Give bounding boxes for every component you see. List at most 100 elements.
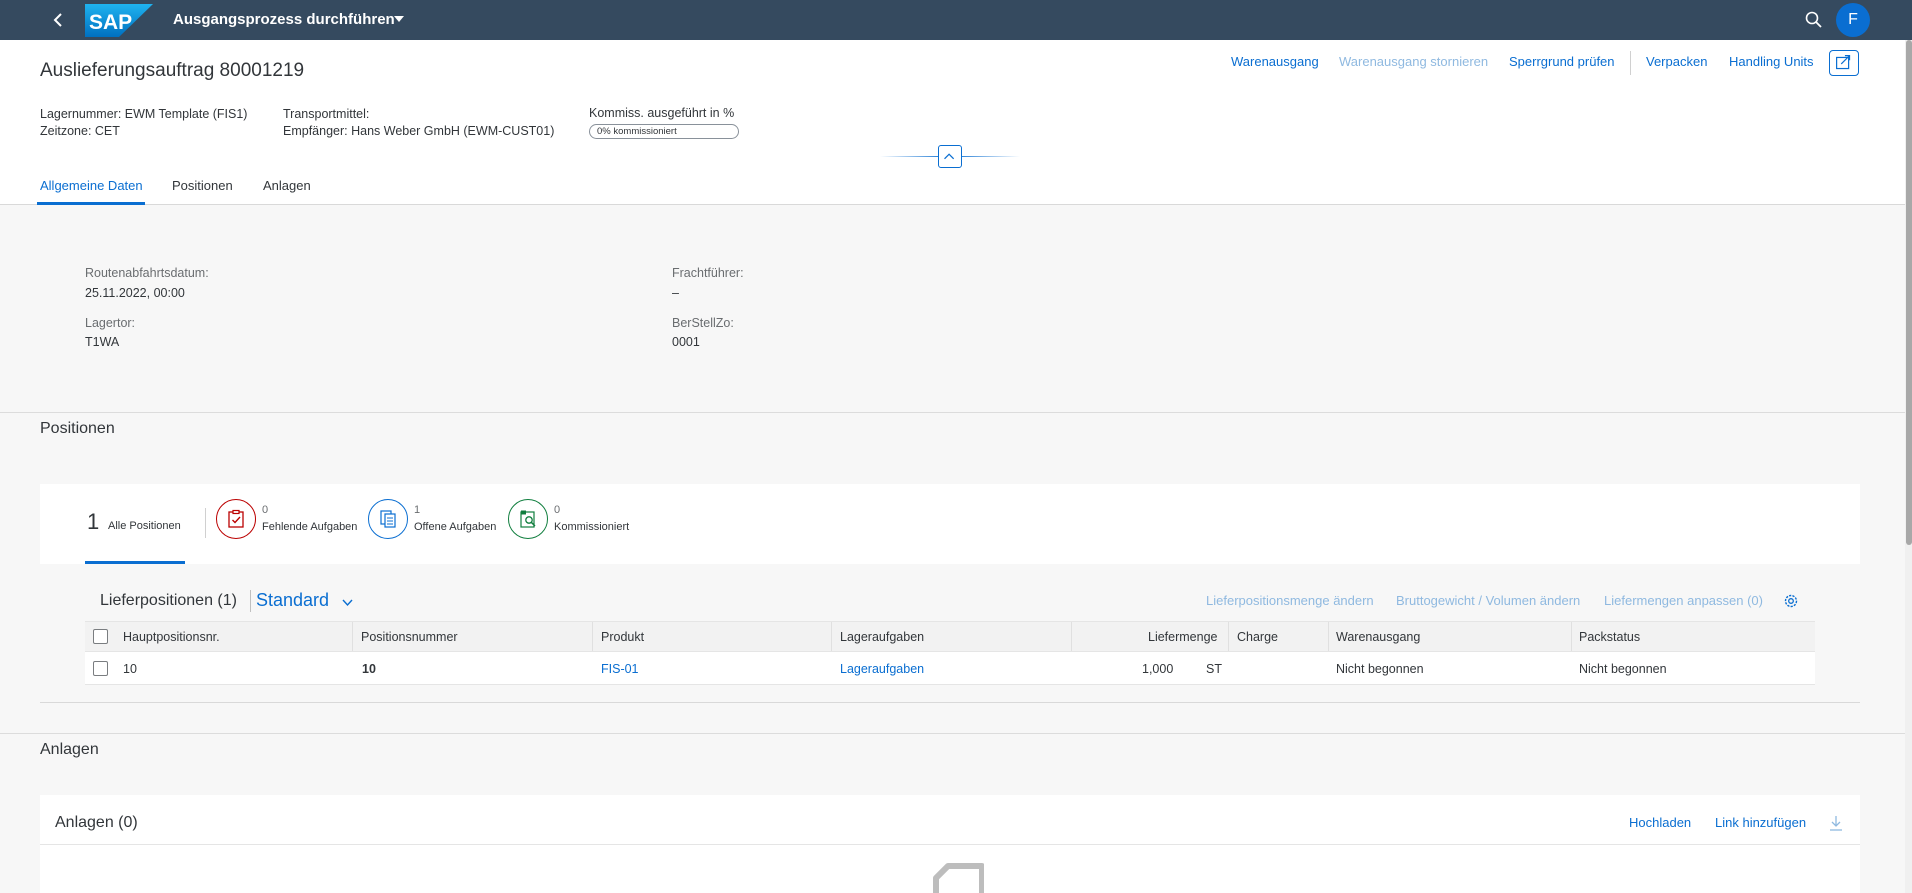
scrollbar-thumb[interactable]: [1906, 40, 1912, 545]
frachtfuehrer-label: Frachtführer:: [672, 266, 744, 280]
tab-positionen[interactable]: Positionen: [172, 178, 233, 193]
fehlende-aufgaben-count: 0: [262, 504, 269, 516]
cell-einheit: ST: [1206, 662, 1222, 676]
fehlende-aufgaben-label: Fehlende Aufgaben: [262, 521, 358, 533]
routenabfahrtsdatum-value: 25.11.2022, 00:00: [85, 286, 185, 300]
kommiss-progress-bar: 0% kommissioniert: [589, 124, 739, 139]
cell-warenausgang: Nicht begonnen: [1336, 662, 1424, 676]
title-separator: [250, 590, 251, 612]
back-arrow-icon[interactable]: [48, 9, 70, 31]
offene-aufgaben-label: Offene Aufgaben: [414, 521, 497, 533]
share-icon: [1836, 55, 1851, 70]
col-lageraufgaben[interactable]: Lageraufgaben: [840, 630, 924, 644]
sap-logo-text: SAP: [89, 11, 132, 34]
filter-offene-aufgaben[interactable]: [368, 499, 408, 539]
documents-icon: [380, 510, 396, 528]
app-title[interactable]: Ausgangsprozess durchführen: [173, 11, 395, 28]
all-positions-label[interactable]: Alle Positionen: [108, 520, 181, 532]
filter-selected-indicator: [85, 561, 185, 564]
column-separator: [831, 622, 832, 651]
section-divider: [0, 733, 1905, 734]
col-warenausgang[interactable]: Warenausgang: [1336, 630, 1420, 644]
tab-anlagen[interactable]: Anlagen: [263, 178, 311, 193]
download-icon[interactable]: [1828, 814, 1844, 832]
task-clipboard-icon: [228, 509, 244, 528]
column-separator: [1071, 622, 1072, 651]
positionen-section-title: Positionen: [40, 420, 115, 437]
berstellzo-label: BerStellZo:: [672, 316, 734, 330]
col-produkt[interactable]: Produkt: [601, 630, 644, 644]
lagernummer-field: Lagernummer: EWM Template (FIS1): [40, 107, 248, 121]
cell-lageraufgaben-link[interactable]: Lageraufgaben: [840, 662, 924, 676]
cell-positionsnummer: 10: [362, 662, 376, 676]
link-hinzufuegen-button[interactable]: Link hinzufügen: [1715, 815, 1806, 830]
section-divider: [0, 412, 1905, 413]
kommiss-label: Kommiss. ausgeführt in %: [589, 106, 735, 120]
sperrgrund-pruefen-button[interactable]: Sperrgrund prüfen: [1509, 54, 1615, 69]
table-row[interactable]: 10 10 FIS-01 Lageraufgaben 1,000 ST Nich…: [85, 652, 1815, 685]
caret-down-icon[interactable]: [393, 13, 405, 25]
column-separator: [1328, 622, 1329, 651]
search-document-icon: [520, 510, 536, 528]
lagertor-label: Lagertor:: [85, 316, 136, 330]
transportmittel-field: Transportmittel:: [283, 107, 370, 121]
column-separator: [1228, 622, 1229, 651]
cell-liefermenge: 1,000: [1142, 662, 1174, 676]
sap-logo[interactable]: SAP: [85, 4, 153, 37]
berstellzo-value: 0001: [672, 335, 700, 349]
col-hauptpositionsnr[interactable]: Hauptpositionsnr.: [123, 630, 220, 644]
col-positionsnummer[interactable]: Positionsnummer: [361, 630, 458, 644]
collapse-header-button[interactable]: [938, 145, 962, 168]
filter-separator: [205, 508, 206, 538]
select-all-checkbox[interactable]: [93, 629, 108, 644]
tab-selected-indicator: [37, 202, 145, 205]
warenausgang-button[interactable]: Warenausgang: [1231, 54, 1319, 69]
column-separator: [352, 622, 353, 651]
anlagen-section-title: Anlagen: [40, 741, 99, 758]
cell-hauptposition: 10: [123, 662, 137, 676]
col-packstatus[interactable]: Packstatus: [1579, 630, 1640, 644]
filter-kommissioniert[interactable]: [508, 499, 548, 539]
col-charge[interactable]: Charge: [1237, 630, 1278, 644]
kommissioniert-count: 0: [554, 504, 561, 516]
cell-produkt-link[interactable]: FIS-01: [601, 662, 639, 676]
menge-aendern-button[interactable]: Lieferpositionsmenge ändern: [1206, 593, 1374, 608]
empty-document-illustration: [933, 863, 984, 893]
cell-packstatus: Nicht begonnen: [1579, 662, 1667, 676]
user-avatar[interactable]: F: [1836, 3, 1870, 37]
hochladen-button[interactable]: Hochladen: [1629, 815, 1691, 830]
tab-allgemeine-daten[interactable]: Allgemeine Daten: [40, 178, 143, 193]
gear-icon[interactable]: [1782, 592, 1800, 610]
chevron-down-icon[interactable]: [341, 596, 354, 609]
column-separator: [592, 622, 593, 651]
warenausgang-stornieren-button[interactable]: Warenausgang stornieren: [1339, 54, 1488, 69]
anlagen-divider: [40, 844, 1860, 845]
table-header: Hauptpositionsnr. Positionsnummer Produk…: [85, 621, 1815, 652]
row-checkbox[interactable]: [93, 661, 108, 676]
kommissioniert-label: Kommissioniert: [554, 521, 630, 533]
variant-selector[interactable]: Standard: [256, 590, 329, 611]
mengen-anpassen-button[interactable]: Liefermengen anpassen (0): [1604, 593, 1763, 608]
object-header: Auslieferungsauftrag 80001219 Warenausga…: [0, 40, 1905, 205]
routenabfahrtsdatum-label: Routenabfahrtsdatum:: [85, 266, 209, 280]
filter-fehlende-aufgaben[interactable]: [216, 499, 256, 539]
all-positions-count[interactable]: 1: [87, 509, 99, 535]
lagertor-value: T1WA: [85, 335, 120, 349]
frachtfuehrer-value: –: [672, 286, 679, 300]
chevron-up-icon: [944, 153, 955, 160]
gewicht-aendern-button[interactable]: Bruttogewicht / Volumen ändern: [1396, 593, 1580, 608]
shell-bar: SAP Ausgangsprozess durchführen F: [0, 0, 1912, 40]
lieferpositionen-title: Lieferpositionen (1): [100, 592, 237, 609]
search-icon[interactable]: [1803, 9, 1825, 31]
share-button[interactable]: [1829, 50, 1859, 76]
offene-aufgaben-count: 1: [414, 504, 421, 516]
col-liefermenge[interactable]: Liefermenge: [1148, 630, 1218, 644]
kommiss-progress-value: 0% kommissioniert: [597, 126, 677, 137]
verpacken-button[interactable]: Verpacken: [1646, 54, 1707, 69]
zeitzone-field: Zeitzone: CET: [40, 124, 120, 138]
anlagen-card-title: Anlagen (0): [55, 814, 138, 831]
handling-units-button[interactable]: Handling Units: [1729, 54, 1814, 69]
action-separator: [1630, 51, 1631, 75]
empfaenger-field: Empfänger: Hans Weber GmbH (EWM-CUST01): [283, 124, 555, 138]
column-separator: [1571, 622, 1572, 651]
